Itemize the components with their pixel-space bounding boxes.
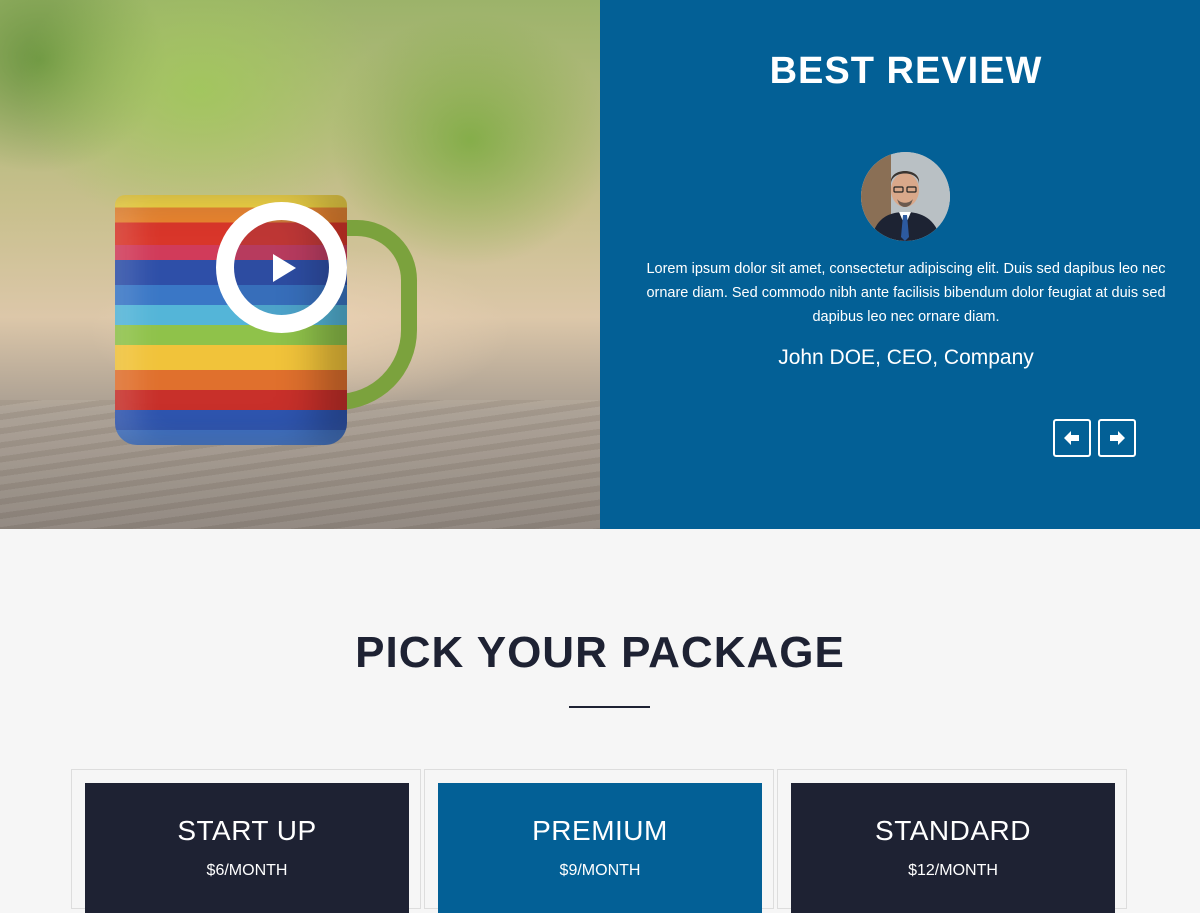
reviewer-avatar (861, 152, 950, 241)
review-title: BEST REVIEW (769, 50, 1043, 92)
package-price: $9/MONTH (559, 862, 641, 879)
package-name: PREMIUM (532, 815, 668, 846)
package-price: $6/MONTH (206, 862, 288, 879)
review-prev-button[interactable] (1053, 419, 1091, 457)
package-card-startup[interactable]: START UP $6/MONTH (71, 769, 421, 913)
arrow-left-icon (1064, 431, 1079, 445)
hero-section: BEST REVIEW Lorem ipsum dolor sit amet, … (0, 0, 1200, 529)
review-author: John DOE, CEO, Company (778, 346, 1034, 369)
package-header: PREMIUM $9/MONTH (438, 783, 762, 913)
package-header: STANDARD $12/MONTH (791, 783, 1115, 913)
review-next-button[interactable] (1098, 419, 1136, 457)
package-price: $12/MONTH (908, 862, 998, 879)
coffee-mug-photo (0, 0, 600, 529)
package-card-standard[interactable]: STANDARD $12/MONTH (777, 769, 1127, 913)
title-divider (569, 706, 650, 708)
arrow-right-icon (1110, 431, 1125, 445)
package-name: STANDARD (875, 815, 1031, 846)
packages-title: PICK YOUR PACKAGE (355, 628, 845, 677)
video-play-button[interactable] (216, 202, 347, 333)
package-name: START UP (177, 815, 317, 846)
best-review-panel: BEST REVIEW Lorem ipsum dolor sit amet, … (600, 0, 1200, 529)
package-header: START UP $6/MONTH (85, 783, 409, 913)
review-quote: Lorem ipsum dolor sit amet, consectetur … (646, 261, 1166, 325)
play-icon (273, 254, 296, 282)
package-card-premium[interactable]: PREMIUM $9/MONTH (424, 769, 774, 913)
